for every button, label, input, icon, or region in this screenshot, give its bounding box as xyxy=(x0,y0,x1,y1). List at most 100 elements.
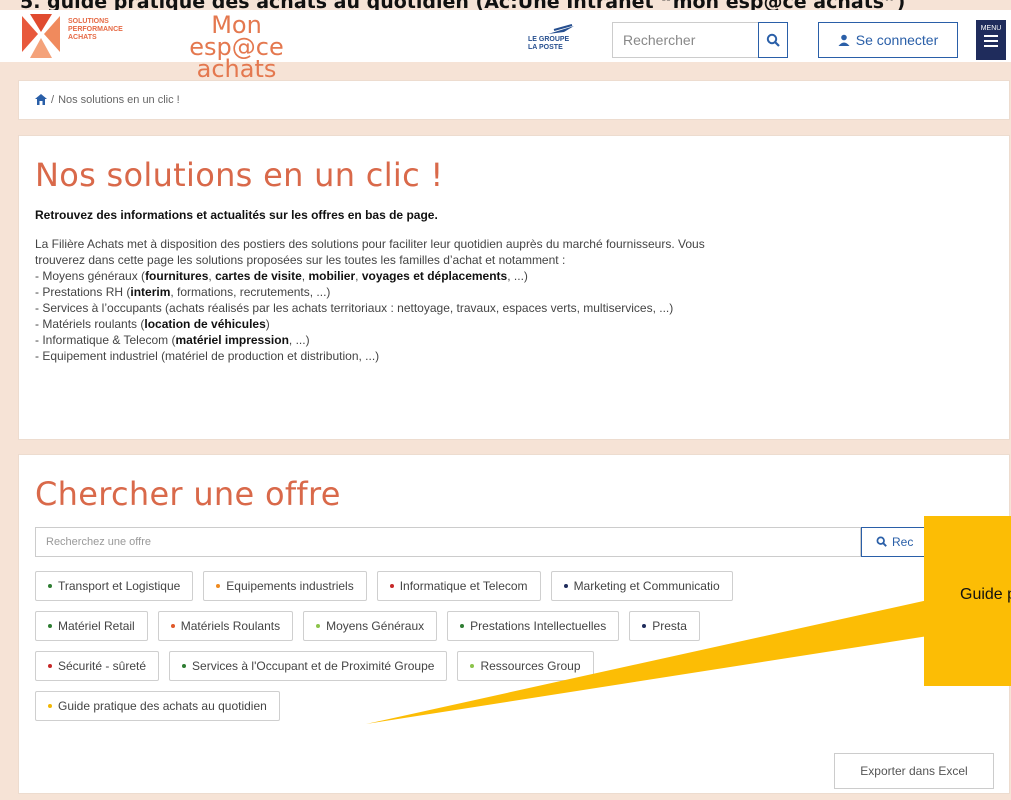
search-icon xyxy=(766,33,780,47)
category-dot-icon xyxy=(316,624,321,628)
highlighted-solution-link[interactable]: cartes de visite xyxy=(215,269,302,283)
category-filter-chip[interactable]: Marketing et Communicatio xyxy=(550,571,733,601)
list-text: , xyxy=(355,269,362,283)
purchase-family-item: - Matériels roulants (location de véhicu… xyxy=(35,316,1009,332)
header-search-input[interactable]: Rechercher xyxy=(612,22,758,58)
category-filter-chip[interactable]: Matériel Retail xyxy=(35,611,148,641)
solutions-logo-icon[interactable] xyxy=(20,14,62,58)
category-dot-icon xyxy=(48,704,52,708)
category-label: Matériels Roulants xyxy=(180,619,281,633)
category-filter-chip[interactable]: Equipements industriels xyxy=(203,571,367,601)
search-icon xyxy=(876,536,887,547)
list-text: - Informatique & Telecom ( xyxy=(35,333,176,347)
breadcrumb-separator: / xyxy=(51,94,55,106)
category-label: Transport et Logistique xyxy=(58,579,181,593)
category-label: Marketing et Communicatio xyxy=(573,579,720,593)
category-label: Moyens Généraux xyxy=(326,619,425,633)
category-dot-icon xyxy=(216,584,221,588)
home-icon[interactable] xyxy=(35,94,47,105)
laposte-logo[interactable]: LE GROUPE LA POSTE xyxy=(528,24,592,54)
login-button[interactable]: Se connecter xyxy=(818,22,958,58)
filter-row: Transport et Logistique Equipements indus… xyxy=(35,571,995,601)
category-filter-chip[interactable]: Guide pratique des achats au quotidien xyxy=(35,691,280,721)
category-filter-chip[interactable]: Moyens Généraux xyxy=(303,611,438,641)
login-label: Se connecter xyxy=(855,32,939,48)
highlighted-solution-link[interactable]: voyages et déplacements xyxy=(362,269,507,283)
header-search-button[interactable] xyxy=(758,22,788,58)
category-filter-chip[interactable]: Prestations Intellectuelles xyxy=(447,611,620,641)
list-text: - Services à l’occupants (achats réalisé… xyxy=(35,301,674,315)
category-dot-icon xyxy=(48,584,52,588)
export-excel-button[interactable]: Exporter dans Excel xyxy=(834,753,994,789)
category-label: Presta xyxy=(652,619,687,633)
list-text: - Moyens généraux ( xyxy=(35,269,146,283)
list-text: - Matériels roulants ( xyxy=(35,317,145,331)
intro-paragraph-line-1: La Filière Achats met à disposition des … xyxy=(35,237,705,251)
highlighted-solution-link[interactable]: mobilier xyxy=(308,269,355,283)
category-label: Prestations Intellectuelles xyxy=(470,619,607,633)
laposte-bird-icon xyxy=(548,24,574,34)
page-title: Nos solutions en un clic ! xyxy=(35,156,444,194)
list-text: - Prestations RH ( xyxy=(35,285,131,299)
category-dot-icon xyxy=(460,624,465,628)
category-dot-icon xyxy=(470,664,475,668)
purchase-family-item: - Informatique & Telecom (matériel impre… xyxy=(35,332,1009,348)
category-dot-icon xyxy=(642,624,647,628)
list-text: , formations, recrutements, ...) xyxy=(170,285,331,299)
category-filter-chip[interactable]: Sécurité - sûreté xyxy=(35,651,160,681)
category-label: Informatique et Telecom xyxy=(399,579,528,593)
category-filter-chip[interactable]: Ressources Group xyxy=(457,651,594,681)
category-dot-icon xyxy=(48,664,52,668)
category-filter-chip[interactable]: Informatique et Telecom xyxy=(376,571,541,601)
category-label: Ressources Group xyxy=(480,659,581,673)
offer-search-section: Chercher une offre Recherchez une offre … xyxy=(18,454,1010,794)
category-label: Services à l'Occupant et de Proximité Gr… xyxy=(192,659,435,673)
offer-search-button-label: Rec xyxy=(892,535,914,549)
list-text: , ...) xyxy=(288,333,310,347)
breadcrumb: / Nos solutions en un clic ! xyxy=(18,80,1010,120)
list-text: , ...) xyxy=(507,269,528,283)
hamburger-icon xyxy=(984,35,998,47)
purchase-family-item: - Prestations RH (interim, formations, r… xyxy=(35,284,1009,300)
highlighted-solution-link[interactable]: location de véhicules xyxy=(144,317,265,331)
brand-title[interactable]: Mon esp@ce achats xyxy=(164,13,309,81)
callout-box: Guide pratique xyxy=(924,516,1011,686)
category-dot-icon xyxy=(389,584,394,588)
breadcrumb-current: Nos solutions en un clic ! xyxy=(58,94,180,106)
offer-section-title: Chercher une offre xyxy=(35,475,341,513)
offer-search-input[interactable]: Recherchez une offre xyxy=(35,527,861,557)
filter-row: Sécurité - sûreté Services à l'Occupant e… xyxy=(35,651,995,681)
category-dot-icon xyxy=(182,664,187,668)
menu-button[interactable]: MENU xyxy=(976,20,1006,60)
category-dot-icon xyxy=(170,624,175,628)
category-label: Sécurité - sûreté xyxy=(58,659,147,673)
category-label: Guide pratique des achats au quotidien xyxy=(58,699,267,713)
solutions-logo-text: SOLUTIONS PERFORMANCE ACHATS xyxy=(68,18,123,41)
list-text: ) xyxy=(265,317,270,331)
category-dot-icon xyxy=(48,624,52,628)
category-filter-chip[interactable]: Services à l'Occupant et de Proximité Gr… xyxy=(169,651,448,681)
filter-row: Matériel Retail Matériels Roulants Moyens … xyxy=(35,611,995,641)
highlighted-solution-link[interactable]: fournitures xyxy=(145,269,208,283)
purchase-family-list: - Moyens généraux (fournitures, cartes d… xyxy=(35,268,1009,364)
offer-category-filters: Transport et Logistique Equipements indus… xyxy=(35,571,995,731)
category-filter-chip[interactable]: Transport et Logistique xyxy=(35,571,194,601)
category-filter-chip[interactable]: Matériels Roulants xyxy=(157,611,294,641)
purchase-family-item: - Equipement industriel (matériel de pro… xyxy=(35,348,1009,364)
category-filter-chip[interactable]: Presta xyxy=(629,611,700,641)
highlighted-solution-link[interactable]: matériel impression xyxy=(176,333,289,347)
purchase-family-item: - Moyens généraux (fournitures, cartes d… xyxy=(35,268,1009,284)
site-header: SOLUTIONS PERFORMANCE ACHATS Mon esp@ce … xyxy=(0,10,1011,81)
intro-paragraph-line-2: trouverez dans cette page les solutions … xyxy=(35,253,566,267)
menu-label: MENU xyxy=(980,25,1002,32)
list-text: - Equipement industriel (matériel de pro… xyxy=(35,349,380,363)
category-label: Equipements industriels xyxy=(226,579,354,593)
filter-row: Guide pratique des achats au quotidien xyxy=(35,691,995,721)
callout-text: Guide pratique xyxy=(960,586,1011,603)
category-dot-icon xyxy=(563,584,568,588)
highlighted-solution-link[interactable]: interim xyxy=(130,285,170,299)
intro-lead: Retrouvez des informations et actualités… xyxy=(35,208,438,222)
purchase-family-item: - Services à l’occupants (achats réalisé… xyxy=(35,300,1009,316)
category-label: Matériel Retail xyxy=(58,619,135,633)
intro-section: Nos solutions en un clic ! Retrouvez des… xyxy=(18,135,1010,440)
